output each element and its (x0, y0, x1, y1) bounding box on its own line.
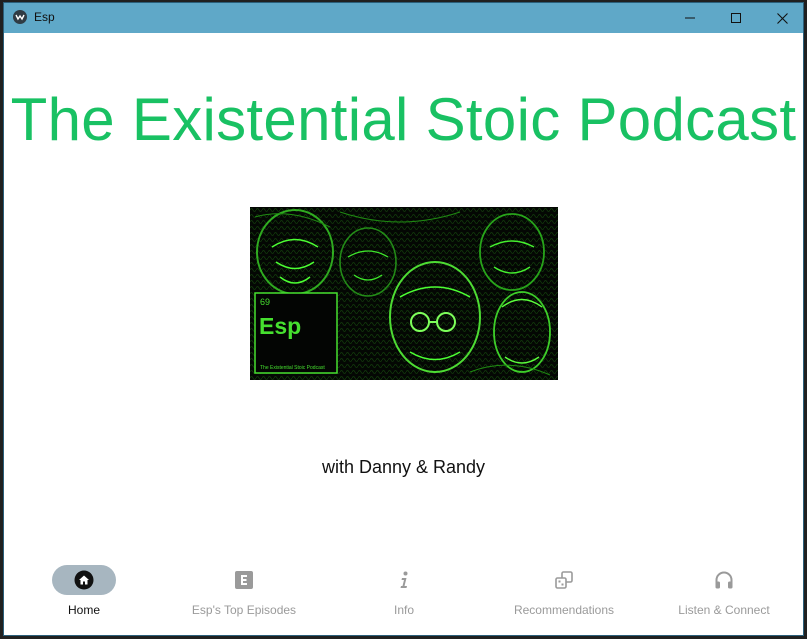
minimize-button[interactable] (667, 3, 713, 33)
home-icon (74, 570, 94, 590)
minimize-icon (685, 17, 695, 19)
nav-item-listen-connect[interactable]: Listen & Connect (644, 559, 803, 635)
nav-item-recommendations[interactable]: Recommendations (484, 559, 644, 635)
app-window: Esp The Existential Stoic Podcast 69 Esp… (3, 2, 804, 636)
headphones-icon (715, 571, 733, 589)
nav-item-home[interactable]: Home (4, 559, 164, 635)
nav-active-indicator (52, 565, 116, 595)
nav-label-top-episodes: Esp's Top Episodes (191, 603, 297, 617)
element-symbol: Esp (259, 313, 301, 339)
page-title: The Existential Stoic Podcast (10, 86, 797, 153)
maximize-icon (731, 13, 741, 23)
nav-label-listen-connect: Listen & Connect (678, 603, 770, 617)
maximize-button[interactable] (713, 3, 759, 33)
close-button[interactable] (759, 3, 803, 33)
bottom-navigation: Home Esp's Top Episodes Info Recommendat… (4, 559, 803, 635)
hosts-subtitle: with Danny & Randy (321, 457, 486, 477)
app-logo-icon (13, 10, 27, 24)
element-number: 69 (260, 297, 270, 307)
nav-item-top-episodes[interactable]: Esp's Top Episodes (164, 559, 324, 635)
info-icon (400, 571, 408, 588)
recommendations-icon (555, 571, 573, 589)
window-title: Esp (34, 10, 55, 24)
letter-e-icon (235, 571, 253, 589)
close-icon (776, 12, 788, 24)
nav-label-recommendations: Recommendations (513, 603, 615, 617)
podcast-cover-image: 69 Esp The Existential Stoic Podcast (250, 207, 558, 380)
title-bar[interactable]: Esp (4, 3, 803, 33)
nav-label-home: Home (67, 603, 100, 617)
nav-label-info: Info (393, 603, 414, 617)
element-caption: The Existential Stoic Podcast (260, 365, 325, 371)
nav-item-info[interactable]: Info (324, 559, 484, 635)
